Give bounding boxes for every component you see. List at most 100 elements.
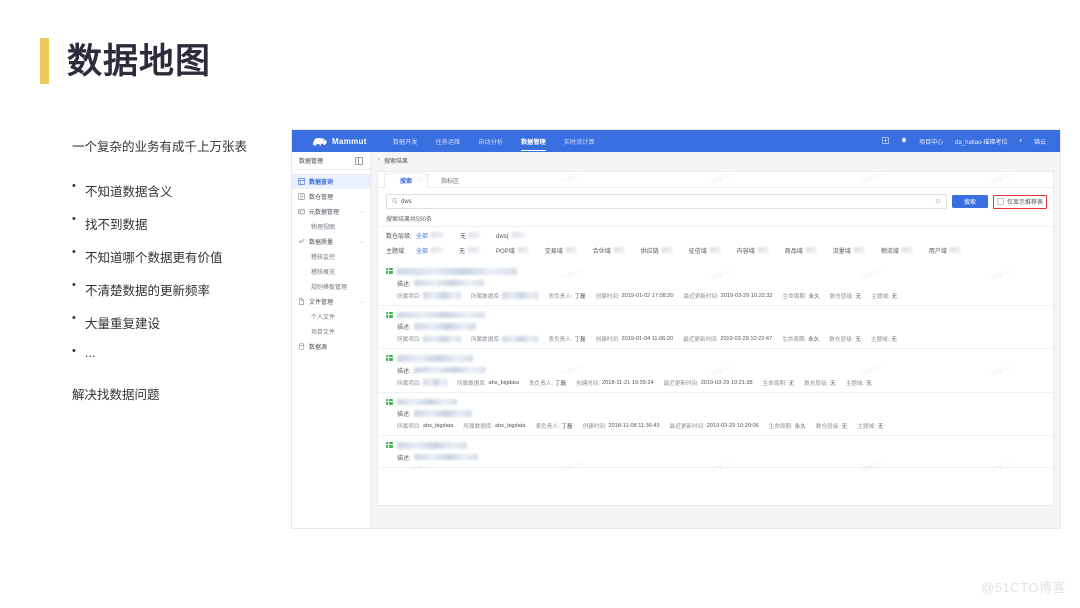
filter-option[interactable]: 征信域 — [689, 246, 721, 255]
search-button[interactable]: 搜索 — [951, 195, 988, 208]
result-title[interactable] — [386, 355, 1045, 362]
filter-option[interactable]: 流量域 — [833, 246, 865, 255]
meta-value-lifecycle: 永久 — [794, 424, 806, 430]
recommend-only-checkbox[interactable]: 仅显示推荐表 — [992, 194, 1047, 209]
chevron-down-icon[interactable]: ⌄ — [360, 239, 364, 245]
tab-task-ops[interactable]: 任务运维 — [435, 130, 460, 152]
desc-label: 描述: — [397, 281, 411, 288]
result-title[interactable] — [386, 311, 1045, 318]
filter-option[interactable]: 内容域 — [737, 246, 769, 255]
filter-option[interactable]: 交易域 — [545, 246, 577, 255]
filter-option[interactable]: 无 — [459, 246, 481, 255]
meta-label-created: 创建时间: — [576, 380, 601, 387]
meta-label-database: 所属数据库: — [470, 337, 501, 343]
project-redacted — [422, 379, 447, 386]
app-topbar: Mammut 数据开发 任务运维 自动分析 数据管理 实时流计算 项目中心 da… — [292, 130, 1060, 152]
filter-option[interactable]: 全部 — [416, 231, 445, 240]
bell-icon[interactable] — [901, 137, 907, 146]
filter-option[interactable]: 合伙域 — [593, 246, 625, 255]
tab-realtime-stream[interactable]: 实时流计算 — [564, 130, 595, 152]
table-row[interactable]: 描述: 所属项目: 所属数据库: ahs_bigdata 表负责人: 丁磊 创建时间… — [378, 349, 1053, 393]
checkbox-icon[interactable] — [996, 198, 1004, 205]
sidebar-item-warehouse[interactable]: 数仓管理 — [292, 189, 370, 204]
clear-circle-icon[interactable] — [935, 198, 941, 206]
sidebar-item-data-quality[interactable]: 数据质量 ⌄ — [292, 234, 370, 249]
sidebar-item-personal-files[interactable]: 个人文件 — [292, 309, 370, 324]
tab-search[interactable]: 搜索 — [384, 173, 428, 188]
collapse-panel-icon[interactable] — [355, 156, 363, 165]
result-meta: 所属项目: 所属数据库: ahs_bigdata 表负责人: 丁磊 创建时间: 201… — [386, 379, 1045, 387]
meta-label-created: 创建时间: — [582, 424, 607, 430]
tab-auto-analysis[interactable]: 自动分析 — [478, 130, 503, 152]
sidebar-item-label: 规则模板管理 — [311, 285, 348, 291]
result-title[interactable] — [386, 442, 1045, 449]
page-title-text: 数据地图 — [67, 41, 212, 81]
panel-tabs: 搜索 指标区 — [378, 172, 1053, 188]
search-row: dws 搜索 仅显示推荐表 — [378, 188, 1053, 209]
meta-value-created: 2018-11-21 19:39:24 — [602, 379, 654, 386]
sidebar: 数据管理 数据查询 数仓管理 元数据管理 ⌄ 物理视图 数据质量 ⌄ 稽核监控 … — [292, 152, 371, 528]
sidebar-item-project-files[interactable]: 项目文件 — [292, 324, 370, 339]
meta-label-updated: 最近更新时间: — [683, 337, 719, 343]
database-redacted — [502, 335, 539, 343]
sidebar-item-label: 稽核监控 — [311, 255, 336, 261]
filter-option[interactable]: 用户域 — [929, 246, 961, 255]
sidebar-item-audit-monitor[interactable]: 稽核监控 — [292, 249, 370, 264]
filter-option[interactable]: 商品域 — [785, 246, 817, 255]
tab-metrics[interactable]: 指标区 — [428, 173, 472, 188]
meta-value-owner: 丁磊 — [561, 424, 573, 430]
meta-label-domain: 主题域: — [845, 380, 865, 387]
meta-label-updated: 最近更新时间: — [683, 293, 719, 300]
filter-option[interactable]: 全部 — [416, 246, 444, 255]
meta-label-project: 所属项目: — [397, 424, 421, 430]
metadata-icon — [298, 208, 305, 215]
table-row[interactable]: 描述: 所属项目: 所属数据库: 表负责人: 丁磊 创建时间: 2019-01-04… — [378, 306, 1053, 349]
back-chevron-icon[interactable]: ‹ — [378, 157, 380, 163]
topbar-right: 项目中心 da_haitao-璀璨考拉 ▾ 锦云 — [882, 136, 1052, 146]
table-name-redacted — [397, 311, 485, 318]
meta-label-created: 创建时间: — [595, 337, 620, 343]
result-description: 描述: — [386, 279, 1045, 288]
sidebar-item-physical-view[interactable]: 物理视图 — [292, 219, 370, 234]
result-count: 搜索结果共550条 — [386, 217, 433, 223]
result-title[interactable] — [386, 268, 1045, 275]
sidebar-item-metadata[interactable]: 元数据管理 ⌄ — [292, 204, 370, 219]
list-item: 找不到数据 — [72, 213, 287, 233]
sidebar-item-rule-template[interactable]: 规则模板管理 — [292, 279, 370, 294]
table-row[interactable]: 描述: — [378, 436, 1053, 468]
filter-option[interactable]: 无 — [460, 231, 481, 240]
project-selector[interactable]: da_haitao-璀璨考拉 — [955, 137, 1007, 146]
sidebar-item-file-management[interactable]: 文件管理 ⌄ — [292, 294, 370, 309]
results-list[interactable]: 描述: 所属项目: 所属数据库: 表负责人: 丁磊 创建时间: 2019-01-02… — [377, 262, 1054, 506]
chevron-down-icon[interactable]: ⌄ — [360, 209, 364, 215]
meta-label-lifecycle: 生命周期: — [762, 380, 787, 387]
user-name[interactable]: 锦云 — [1034, 137, 1046, 146]
tab-data-management[interactable]: 数据管理 — [520, 130, 546, 152]
sidebar-item-label: 数据查询 — [309, 180, 334, 186]
breadcrumb-label: 搜索结果 — [384, 158, 409, 165]
tab-data-dev[interactable]: 数据开发 — [393, 130, 418, 152]
meta-label-owner: 表负责人: — [548, 337, 573, 343]
chevron-down-icon[interactable]: ⌄ — [360, 299, 364, 305]
filter-option[interactable]: dws( — [496, 231, 525, 240]
meta-value-lifecycle: 永久 — [808, 293, 820, 300]
filter-option[interactable]: 物流域 — [881, 246, 913, 255]
filter-option[interactable]: 供应链 — [641, 246, 673, 255]
sidebar-item-datasource[interactable]: 数据源 — [292, 339, 370, 354]
search-input-value: dws — [401, 198, 412, 205]
sidebar-item-data-query[interactable]: 数据查询 — [292, 174, 370, 189]
sidebar-item-audit-overview[interactable]: 稽核概览 — [292, 264, 370, 279]
filter-option[interactable]: POP域 — [496, 246, 529, 255]
chevron-down-icon[interactable]: ▾ — [1019, 138, 1022, 144]
search-input[interactable]: dws — [386, 194, 947, 209]
project-center-link[interactable]: 项目中心 — [919, 137, 943, 146]
result-title[interactable] — [386, 398, 1045, 405]
meta-label-layer: 数仓层级: — [829, 293, 854, 300]
meta-label-project: 所属项目: — [397, 293, 421, 300]
meta-value-lifecycle: 无 — [788, 380, 795, 387]
table-row[interactable]: 描述: 所属项目: 所属数据库: 表负责人: 丁磊 创建时间: 2019-01-02… — [378, 262, 1053, 306]
grid-icon[interactable] — [882, 136, 890, 146]
brand: Mammut — [312, 136, 367, 147]
meta-value-updated: 2019-03-29 10:21:38 — [700, 379, 753, 386]
table-row[interactable]: 描述: 所属项目: ahs_bigdata 所属数据库: ahs_bigdata 表… — [378, 393, 1053, 436]
